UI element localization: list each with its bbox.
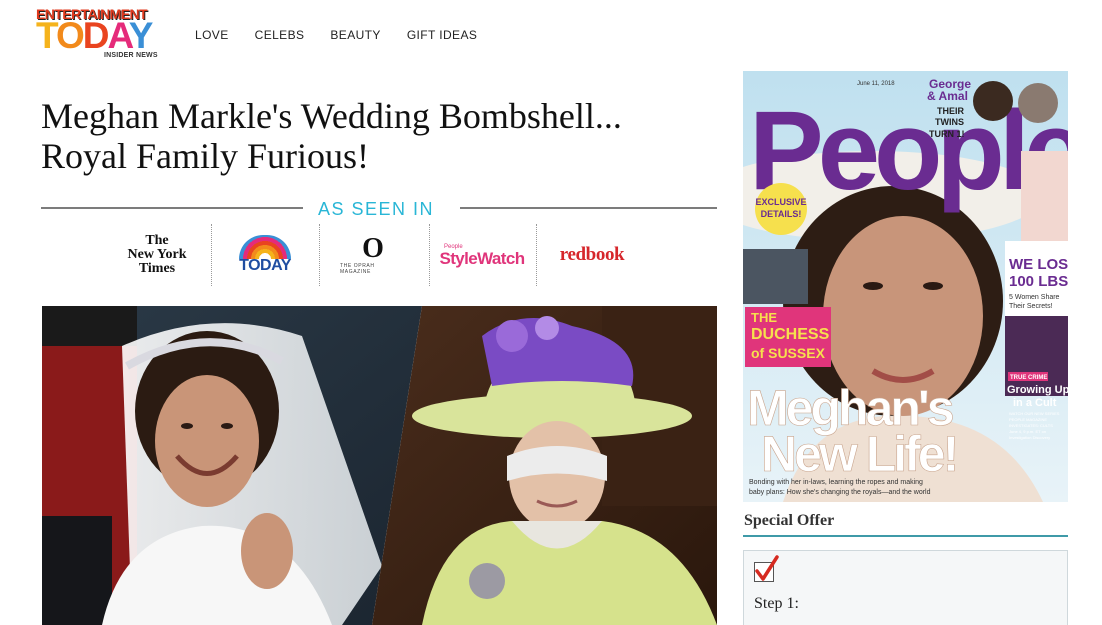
logo-separator [319, 224, 320, 286]
logo-insider-news-text: INSIDER NEWS [104, 52, 158, 59]
svg-text:PEOPLE MAGAZINE: PEOPLE MAGAZINE [1009, 417, 1047, 422]
nav-item-beauty[interactable]: BEAUTY [330, 28, 380, 42]
svg-text:THEIR: THEIR [937, 106, 965, 116]
divider-left [41, 207, 303, 209]
logo-separator [211, 224, 212, 286]
svg-text:WE LOST: WE LOST [1009, 256, 1068, 273]
svg-text:Their Secrets!: Their Secrets! [1009, 303, 1053, 310]
logo-separator [429, 224, 430, 286]
svg-text:June 11, 2018: June 11, 2018 [857, 81, 895, 87]
nav-item-celebs[interactable]: CELEBS [255, 28, 305, 42]
headline-line-1: Meghan Markle's Wedding Bombshell... [41, 96, 622, 136]
nyt-logo: The New York Times [127, 233, 187, 276]
svg-text:of SUSSEX: of SUSSEX [751, 345, 826, 361]
checkbox-checked-icon[interactable] [754, 555, 779, 582]
svg-text:& Amal: & Amal [927, 89, 968, 103]
redbook-logo: redbook [559, 244, 625, 265]
svg-text:June 4, 9 p.m. ET on: June 4, 9 p.m. ET on [1009, 429, 1046, 434]
today-sun-icon [239, 235, 291, 259]
svg-text:TURN 1!: TURN 1! [929, 129, 965, 139]
main-nav: LOVE CELEBS BEAUTY GIFT IDEAS [195, 28, 503, 42]
stylewatch-logo: People StyleWatch [439, 243, 525, 268]
svg-text:DUCHESS: DUCHESS [751, 326, 830, 343]
step-label: Step 1: [754, 595, 799, 612]
svg-text:New Life!: New Life! [761, 426, 956, 482]
svg-text:Investigation Discovery: Investigation Discovery [1009, 435, 1050, 440]
svg-text:TWINS: TWINS [935, 117, 964, 127]
svg-text:TRUE CRIME: TRUE CRIME [1010, 375, 1047, 381]
special-offer-box [743, 550, 1068, 625]
magazine-cover[interactable]: People June 11, 2018 George & Amal THEIR… [743, 71, 1068, 502]
svg-text:INVESTIGATES: CULTS: INVESTIGATES: CULTS [1009, 423, 1053, 428]
svg-text:Growing Up: Growing Up [1007, 384, 1068, 396]
svg-text:in a Cult: in a Cult [1013, 397, 1057, 409]
special-offer-title: Special Offer [744, 512, 835, 529]
oprah-logo: O THE OPRAH MAGAZINE [340, 233, 384, 276]
nav-item-love[interactable]: LOVE [195, 28, 229, 42]
logo-today-text: TODAY [36, 15, 153, 56]
divider-right [460, 207, 717, 209]
logo-separator [536, 224, 537, 286]
svg-text:5 Women Share: 5 Women Share [1009, 294, 1060, 301]
today-logo: TODAY [230, 224, 300, 286]
svg-text:EXCLUSIVE: EXCLUSIVE [755, 197, 806, 207]
svg-text:Bonding with her in-laws, lear: Bonding with her in-laws, learning the r… [749, 479, 923, 486]
svg-text:100 LBS.: 100 LBS. [1009, 273, 1068, 290]
svg-text:WATCH OUR NEW SERIES: WATCH OUR NEW SERIES [1009, 411, 1060, 416]
as-seen-in-label: AS SEEN IN [318, 199, 435, 219]
nav-item-gift-ideas[interactable]: GIFT IDEAS [407, 28, 477, 42]
svg-text:baby plans: How she's changing: baby plans: How she's changing the royal… [749, 489, 931, 496]
svg-text:DETAILS!: DETAILS! [761, 209, 802, 219]
hero-image [42, 306, 717, 625]
headline-line-2: Royal Family Furious! [41, 136, 370, 176]
article-headline: Meghan Markle's Wedding Bombshell... Roy… [41, 96, 731, 176]
site-logo[interactable]: ENTERTAINMENT TODAY INSIDER NEWS [36, 6, 172, 64]
svg-text:THE: THE [751, 310, 777, 325]
special-offer-divider [743, 535, 1068, 537]
